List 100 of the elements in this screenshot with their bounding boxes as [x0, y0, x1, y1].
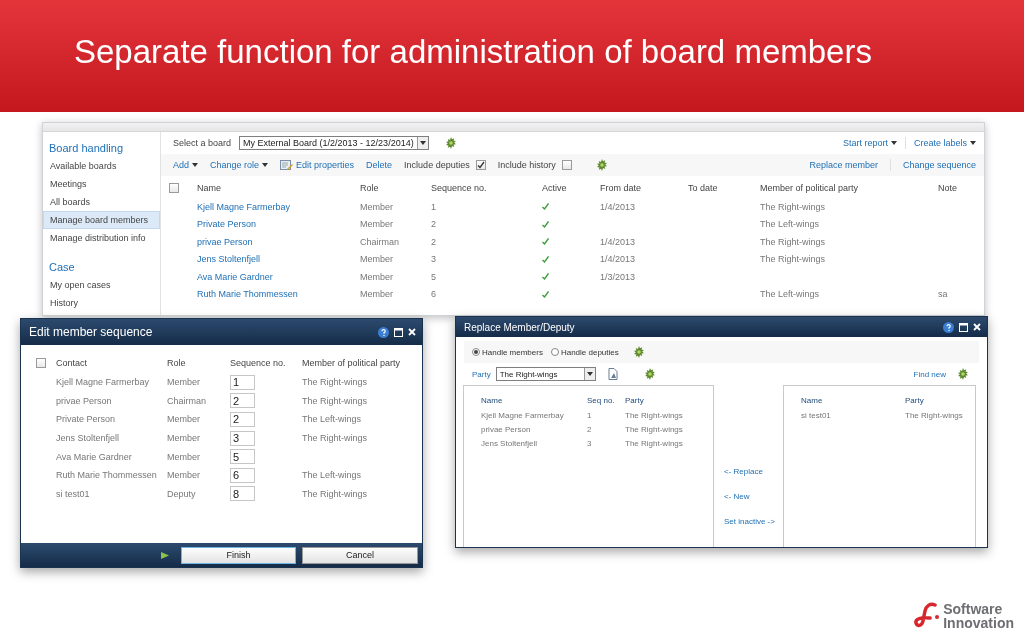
dialog-button[interactable]: Finish — [181, 546, 296, 564]
checkbox[interactable] — [475, 160, 486, 170]
sequence-field[interactable]: 5 — [230, 449, 255, 465]
radio-option[interactable]: Handle deputies — [550, 347, 619, 357]
caret-icon — [262, 163, 269, 167]
table-cell: 1/4/2013 — [600, 201, 636, 212]
table-cell: privae Person — [56, 395, 112, 406]
table-cell: Kjell Magne Farmerbay — [56, 377, 150, 388]
table-cell: The Right-wings — [760, 236, 826, 247]
sidebar-item[interactable]: All boards — [43, 193, 160, 211]
sidebar-item[interactable]: History — [43, 294, 160, 312]
logo-text: Innovation — [943, 616, 1014, 630]
sidebar-item[interactable]: Manage board members — [43, 211, 160, 229]
maximize-icon[interactable] — [394, 327, 403, 337]
gear-icon[interactable] — [957, 368, 969, 380]
table-cell: The Right-wings — [625, 424, 683, 434]
edit-link[interactable]: Edit properties — [280, 159, 355, 171]
action-link[interactable]: Set inactive -> — [724, 517, 783, 526]
column-header[interactable]: Role — [360, 178, 431, 198]
table-cell: Member — [360, 254, 393, 265]
action-link[interactable]: Replace member — [809, 160, 878, 170]
member-link[interactable]: Ava Marie Gardner — [197, 271, 273, 282]
member-link[interactable]: Kjell Magne Farmerbay — [197, 201, 291, 212]
sequence-field[interactable]: 3 — [230, 430, 255, 446]
checkbox[interactable] — [169, 183, 179, 193]
sidebar-item[interactable]: Manage distribution info — [43, 229, 160, 247]
status-icon — [161, 551, 169, 559]
dialog-title: Edit member sequence — [29, 325, 153, 339]
board-select[interactable]: My External Board (1/2/2013 - 12/23/2014) — [239, 136, 429, 150]
table-cell: 2 — [587, 424, 592, 434]
table-cell: Member — [360, 219, 393, 230]
column-header: Role — [167, 357, 187, 370]
column-header[interactable]: Sequence no. — [431, 178, 542, 198]
table-cell: The Right-wings — [760, 254, 826, 265]
check-icon — [476, 161, 485, 169]
member-link[interactable]: Private Person — [197, 219, 257, 230]
table-cell: Ruth Marie Thommessen — [56, 470, 157, 481]
sidebar-item[interactable]: My open cases — [43, 276, 160, 294]
table-cell: The Left-wings — [302, 470, 362, 481]
find-new-link[interactable]: Find new — [913, 369, 946, 379]
gear-icon[interactable] — [643, 368, 656, 380]
document-icon — [606, 368, 619, 380]
column-header: Party — [625, 394, 645, 407]
member-link[interactable]: Jens Stoltenfjell — [197, 254, 261, 265]
sequence-field[interactable]: 2 — [230, 393, 255, 409]
caret-icon — [192, 163, 198, 167]
gear-icon[interactable] — [632, 346, 645, 358]
table-cell: The Right-wings — [625, 438, 683, 448]
radio-dot-icon — [474, 350, 478, 354]
column-header[interactable]: Name — [197, 178, 360, 198]
table-cell: 3 — [431, 254, 436, 265]
close-icon[interactable] — [408, 328, 416, 336]
table-cell: Chairman — [360, 236, 399, 247]
column-header: Name — [481, 394, 504, 407]
menu-link[interactable]: Add — [173, 160, 198, 170]
sequence-field[interactable]: 1 — [230, 374, 255, 390]
member-link[interactable]: privae Person — [197, 236, 253, 247]
checkbox[interactable] — [561, 160, 572, 170]
column-header[interactable]: Member of political party — [760, 178, 938, 198]
column-header[interactable]: From date — [600, 178, 688, 198]
table-cell: Member — [360, 271, 393, 282]
radio-option[interactable]: Handle members — [472, 347, 543, 357]
member-link[interactable]: Ruth Marie Thommessen — [197, 289, 298, 300]
action-link[interactable]: <- New — [724, 492, 783, 501]
help-icon[interactable] — [943, 321, 954, 333]
column-header[interactable]: Active — [542, 178, 600, 198]
gear-icon[interactable] — [444, 137, 457, 149]
action-link[interactable]: <- Replace — [724, 467, 783, 476]
menu-link[interactable]: Change role — [210, 160, 269, 170]
column-header: Name — [801, 394, 824, 407]
menu-link[interactable]: Start report — [842, 138, 897, 148]
table-cell: 2 — [431, 236, 436, 247]
checkbox[interactable] — [36, 358, 46, 368]
dialog-button[interactable]: Cancel — [302, 546, 418, 564]
sidebar-item[interactable]: Meetings — [43, 175, 160, 193]
sidebar-item[interactable]: Available boards — [43, 157, 160, 175]
table-cell: The Right-wings — [760, 201, 826, 212]
menu-link[interactable]: Create labels — [913, 138, 976, 148]
sidebar-heading: Case — [48, 260, 76, 275]
table-cell: 3 — [587, 438, 592, 448]
sequence-field[interactable]: 2 — [230, 412, 255, 427]
help-icon[interactable] — [378, 326, 389, 338]
table-cell: Member — [167, 414, 200, 425]
edit-icon — [280, 159, 294, 171]
sequence-field[interactable]: 6 — [230, 467, 255, 483]
maximize-icon[interactable] — [959, 322, 968, 332]
table-cell: Member — [167, 470, 200, 481]
table-cell: Deputy — [167, 488, 196, 499]
close-icon[interactable] — [973, 323, 981, 331]
column-header[interactable]: Note — [938, 178, 984, 198]
delete-link[interactable]: Delete — [366, 160, 393, 170]
table-cell: si test01 — [56, 488, 90, 499]
logo-text: Software — [943, 602, 1004, 616]
party-select[interactable]: The Right-wings — [495, 367, 596, 381]
gear-icon[interactable] — [595, 159, 608, 171]
action-link[interactable]: Change sequence — [902, 160, 976, 170]
table-cell: 1/3/2013 — [600, 271, 636, 282]
party-label: Party — [472, 369, 491, 379]
column-header[interactable]: To date — [688, 178, 760, 198]
sequence-field[interactable]: 8 — [230, 486, 255, 502]
